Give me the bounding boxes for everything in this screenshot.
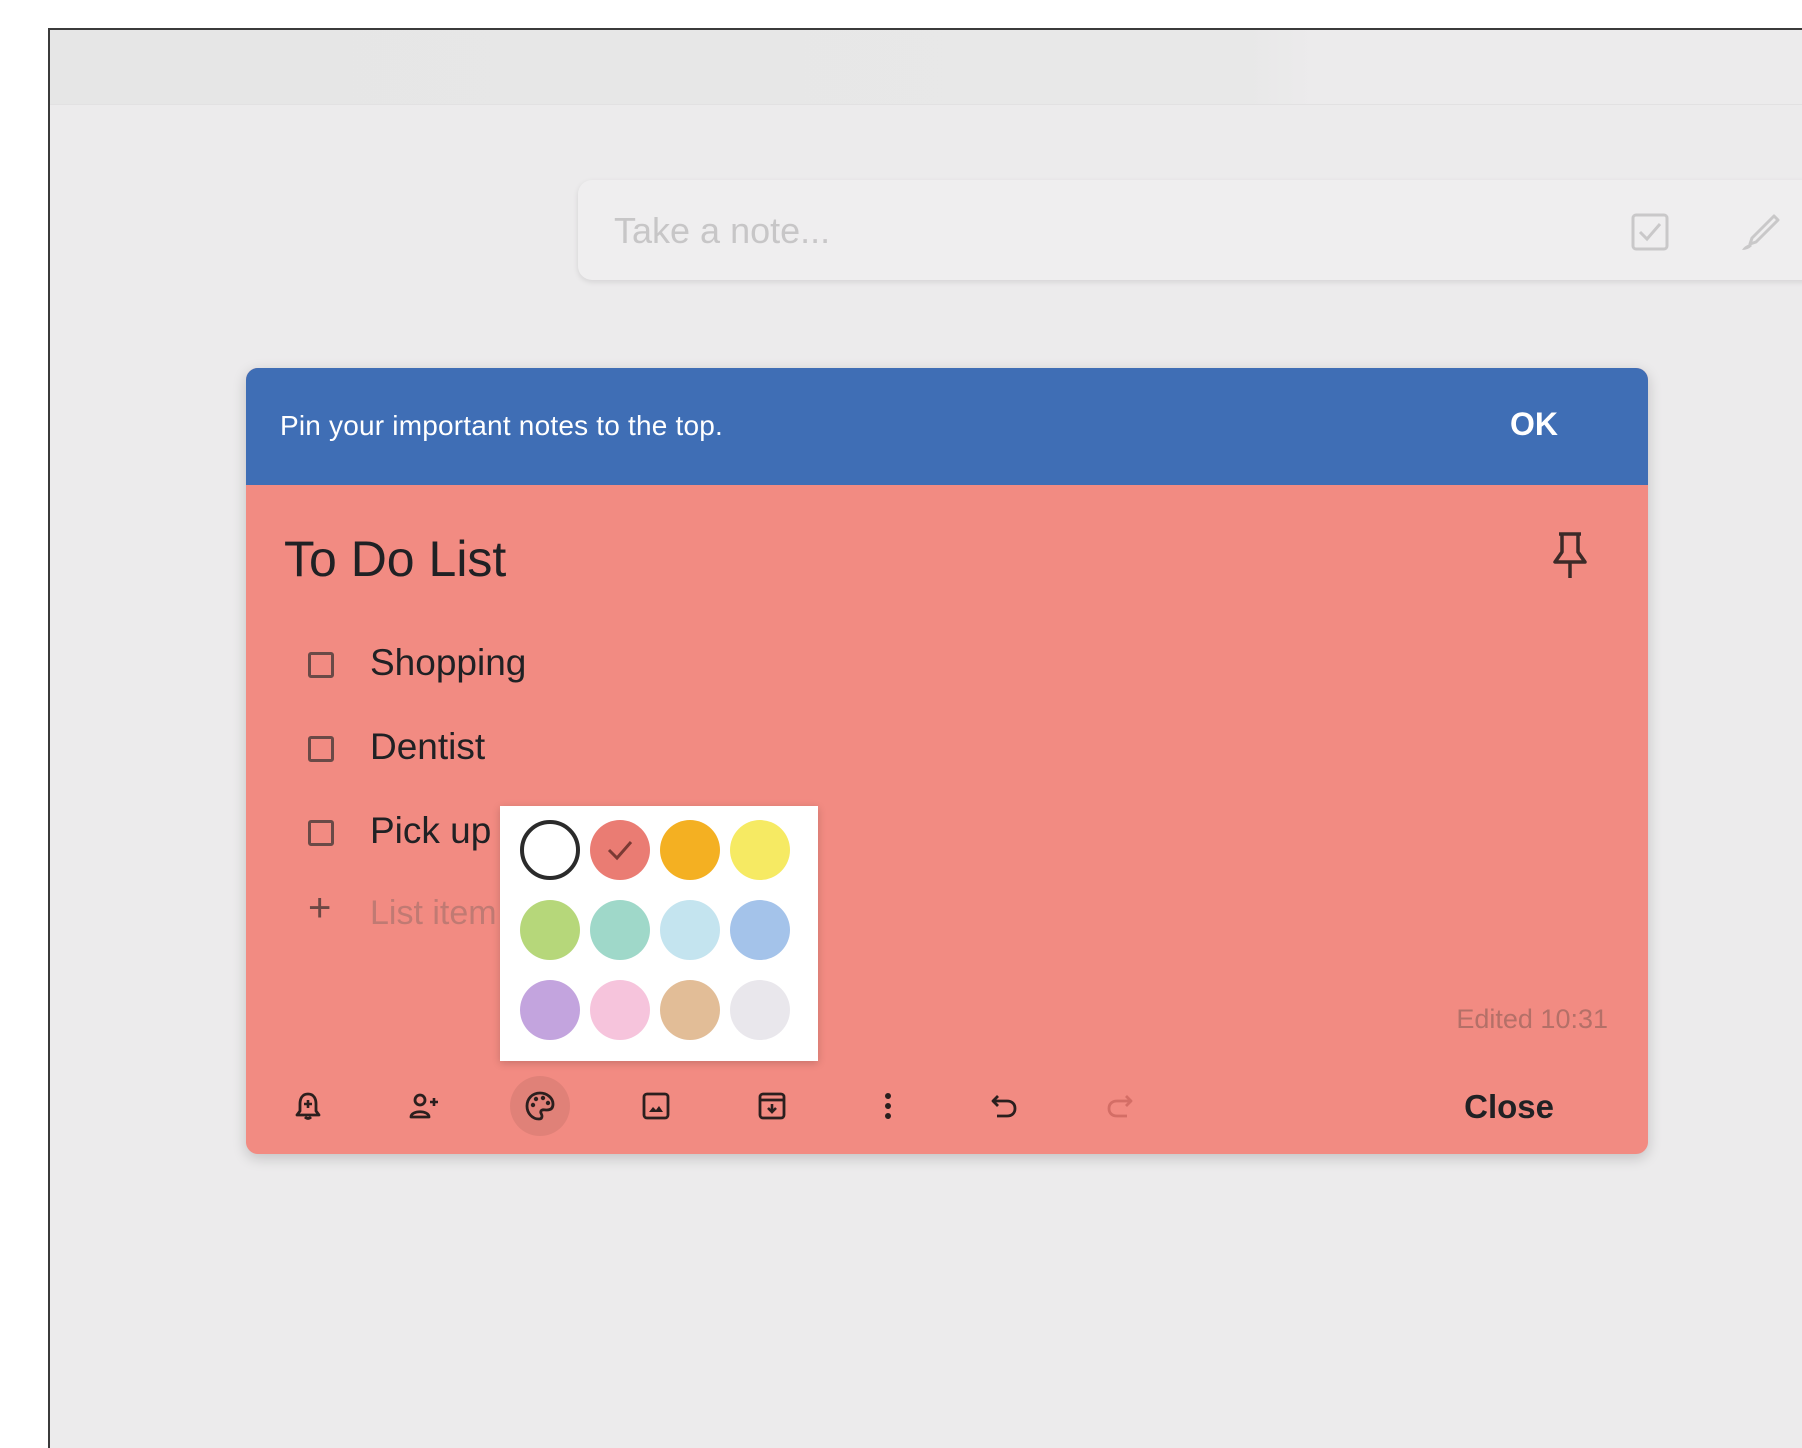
color-swatch-red[interactable]	[590, 820, 650, 880]
note-editor: Pin your important notes to the top. OK …	[246, 368, 1648, 1154]
redo-icon[interactable]	[1090, 1076, 1150, 1136]
pin-icon[interactable]	[1548, 530, 1592, 582]
color-swatch-brown[interactable]	[660, 980, 720, 1040]
archive-icon[interactable]	[742, 1076, 802, 1136]
edited-timestamp: Edited 10:31	[1456, 1004, 1608, 1034]
note-toolbar: Close	[246, 1068, 1648, 1144]
list-item-label[interactable]: Shopping	[370, 642, 526, 684]
list-item-label[interactable]: Pick up	[370, 810, 491, 852]
list-item-checkbox[interactable]	[308, 736, 334, 762]
color-swatch-default[interactable]	[520, 820, 580, 880]
new-note-with-drawing-icon[interactable]	[1738, 210, 1782, 254]
close-button[interactable]: Close	[1464, 1088, 1554, 1126]
take-note-input[interactable]	[614, 210, 1514, 252]
color-swatch-teal[interactable]	[590, 900, 650, 960]
tip-banner: Pin your important notes to the top. OK	[246, 368, 1648, 485]
color-swatch-green[interactable]	[520, 900, 580, 960]
palette-icon[interactable]	[510, 1076, 570, 1136]
more-icon[interactable]	[858, 1076, 918, 1136]
color-swatch-yellow[interactable]	[730, 820, 790, 880]
selected-check-icon	[607, 841, 633, 861]
tip-ok-button[interactable]: OK	[1510, 406, 1558, 443]
tip-text: Pin your important notes to the top.	[280, 410, 724, 441]
add-image-icon[interactable]	[626, 1076, 686, 1136]
new-list-icon[interactable]	[1628, 210, 1672, 254]
remind-me-icon[interactable]	[278, 1076, 338, 1136]
color-swatch-blue[interactable]	[660, 900, 720, 960]
color-swatch-gray[interactable]	[730, 980, 790, 1040]
color-swatch-purple[interactable]	[520, 980, 580, 1040]
color-swatch-orange[interactable]	[660, 820, 720, 880]
note-title[interactable]: To Do List	[284, 530, 506, 588]
color-swatch-dark-blue[interactable]	[730, 900, 790, 960]
undo-icon[interactable]	[974, 1076, 1034, 1136]
collaborator-icon[interactable]	[394, 1076, 454, 1136]
color-palette	[500, 806, 818, 1061]
add-list-item-placeholder: List item	[370, 894, 497, 932]
color-swatch-pink[interactable]	[590, 980, 650, 1040]
take-note-bar[interactable]	[578, 180, 1802, 280]
list-item-checkbox[interactable]	[308, 820, 334, 846]
plus-icon: +	[308, 886, 332, 930]
list-item-label[interactable]: Dentist	[370, 726, 485, 768]
top-app-bar	[50, 30, 1802, 105]
list-item-checkbox[interactable]	[308, 652, 334, 678]
